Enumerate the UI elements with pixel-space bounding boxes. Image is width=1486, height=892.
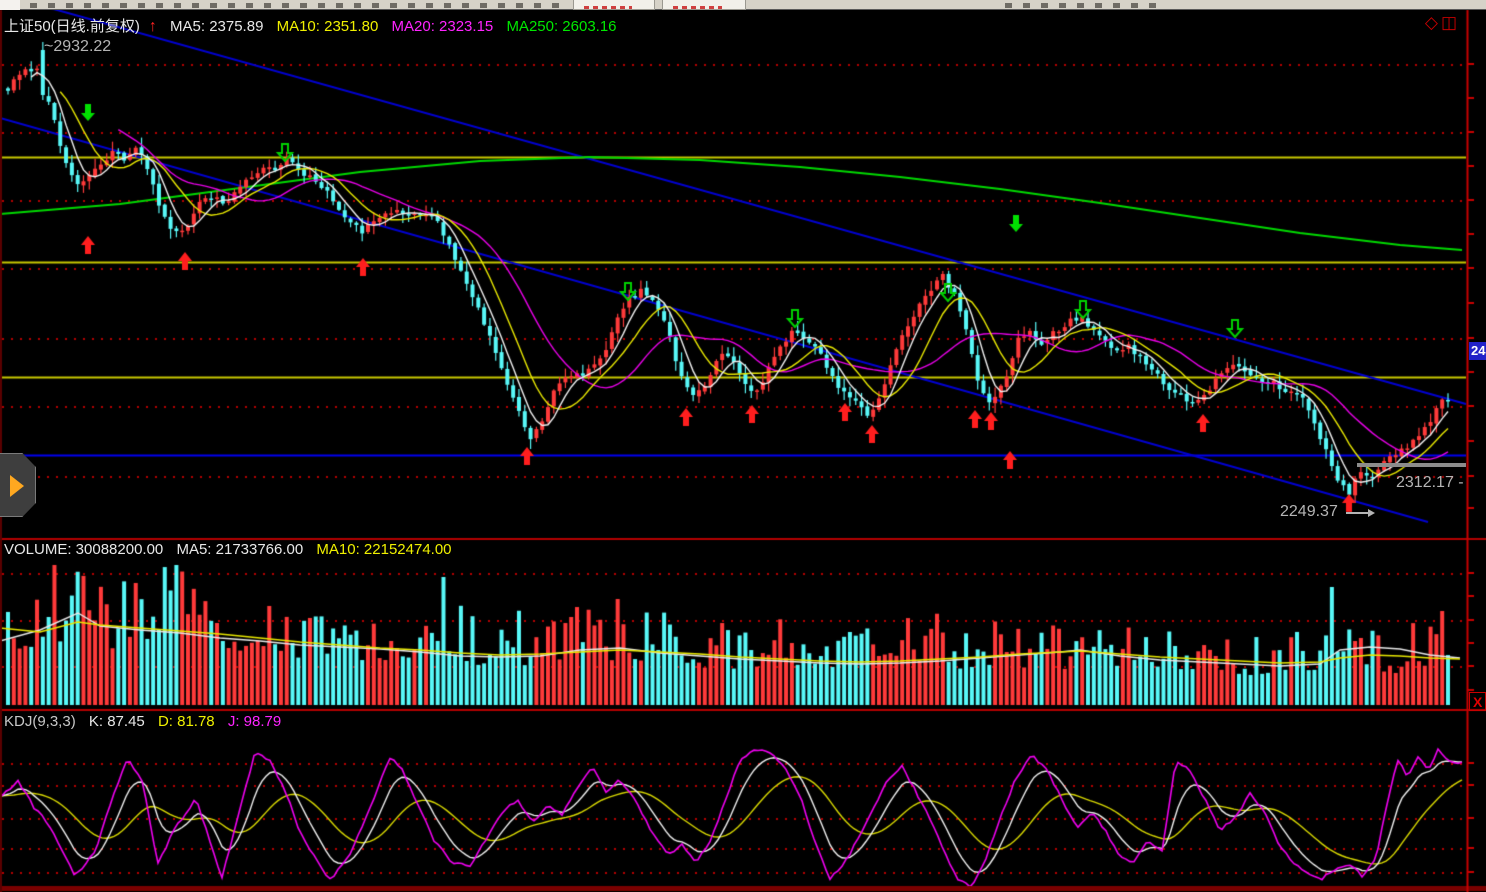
volume-unit-badge: X xyxy=(1469,692,1486,711)
kdj-header: KDJ(9,3,3) K: 87.45 D: 81.78 J: 98.79 xyxy=(4,713,290,730)
last-close-line xyxy=(1357,463,1466,467)
price-badge: 24 xyxy=(1469,342,1486,360)
toolbar-button[interactable] xyxy=(662,0,746,10)
diamond-icon[interactable]: ◇ xyxy=(1425,13,1441,32)
low-arrow-line xyxy=(1346,512,1368,514)
ma20-value: MA20: 2323.15 xyxy=(392,18,494,35)
ma10-value: MA10: 2351.80 xyxy=(277,18,379,35)
trading-terminal: 上证50(日线.前复权) ↑ MA5: 2375.89 MA10: 2351.80… xyxy=(0,0,1486,892)
volume-header: VOLUME: 30088200.00 MA5: 21733766.00 MA1… xyxy=(4,541,461,558)
main-chart-header: 上证50(日线.前复权) ↑ MA5: 2375.89 MA10: 2351.80… xyxy=(4,15,626,36)
chart-canvas[interactable] xyxy=(0,0,1486,892)
ma250-value: MA250: 2603.16 xyxy=(506,18,616,35)
ma5-value: MA5: 2375.89 xyxy=(170,18,263,35)
top-toolbar xyxy=(0,0,1486,10)
kdj-k-value: K: 87.45 xyxy=(89,713,145,730)
toolbar-menu-remnant xyxy=(30,3,560,8)
sidebar-expand-handle[interactable] xyxy=(0,453,36,517)
up-arrow-icon: ↑ xyxy=(149,18,157,35)
panel-corner-icons: ◇◫ xyxy=(1425,13,1460,33)
volume-value: VOLUME: 30088200.00 xyxy=(4,541,163,558)
squiggle-arrow-glyph: ~ xyxy=(44,38,53,55)
annotation-period-high: ~2932.22 xyxy=(44,38,111,56)
kdj-params: KDJ(9,3,3) xyxy=(4,713,76,730)
volume-ma5: MA5: 21733766.00 xyxy=(176,541,303,558)
volume-ma10: MA10: 22152474.00 xyxy=(316,541,451,558)
low-arrow-head xyxy=(1368,509,1375,517)
kdj-d-value: D: 81.78 xyxy=(158,713,215,730)
toolbar-button[interactable] xyxy=(573,0,655,10)
toolbar-text-remnant xyxy=(1005,3,1165,8)
annotation-last-close: 2312.17 - xyxy=(1396,474,1464,492)
annotation-period-low: 2249.37 xyxy=(1280,503,1338,521)
toolbar-corner xyxy=(0,0,20,10)
chart-title: 上证50(日线.前复权) xyxy=(4,18,140,35)
split-window-icon[interactable]: ◫ xyxy=(1441,13,1460,32)
expand-arrow-icon xyxy=(10,475,24,497)
kdj-j-value: J: 98.79 xyxy=(228,713,281,730)
